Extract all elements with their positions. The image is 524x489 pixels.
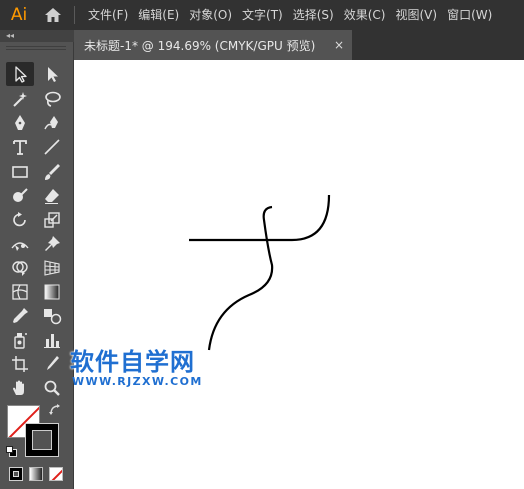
watermark-url: WWW.RJZXW.COM bbox=[72, 375, 203, 388]
line-segment-icon bbox=[44, 139, 60, 155]
scale-tool[interactable] bbox=[38, 208, 66, 232]
rotate-icon bbox=[13, 212, 26, 227]
shaper-tool[interactable] bbox=[6, 184, 34, 208]
menu-file[interactable]: 文件(F) bbox=[83, 0, 133, 30]
document-tab-title: 未标题-1* @ 194.69% (CMYK/GPU 预览) bbox=[84, 38, 316, 53]
horizontal-path bbox=[189, 194, 331, 242]
symbol-sprayer-icon bbox=[14, 333, 27, 349]
menu-object[interactable]: 对象(O) bbox=[184, 0, 237, 30]
scale-icon bbox=[44, 212, 60, 228]
width-icon bbox=[11, 242, 29, 251]
none-mode-button[interactable] bbox=[49, 467, 63, 481]
watermark: 软件自学网 WWW.RJZXW.COM bbox=[70, 348, 203, 388]
magic-wand-tool[interactable] bbox=[6, 87, 34, 111]
artwork bbox=[189, 194, 331, 351]
shape-builder-icon bbox=[12, 261, 28, 276]
home-button[interactable] bbox=[38, 0, 68, 30]
selection-tool[interactable] bbox=[6, 62, 34, 86]
document-tab-bar: 未标题-1* @ 194.69% (CMYK/GPU 预览) × bbox=[74, 30, 524, 60]
menu-select[interactable]: 选择(S) bbox=[288, 0, 339, 30]
eyedropper-icon bbox=[13, 308, 28, 323]
column-graph-tool[interactable] bbox=[38, 328, 66, 352]
artboard-tool[interactable] bbox=[6, 352, 34, 376]
selection-arrow-icon bbox=[15, 66, 27, 83]
menu-type[interactable]: 文字(T) bbox=[237, 0, 288, 30]
menu-view[interactable]: 视图(V) bbox=[390, 0, 442, 30]
zoom-tool[interactable] bbox=[38, 376, 66, 400]
close-tab-button[interactable]: × bbox=[334, 37, 344, 53]
perspective-grid-tool[interactable] bbox=[38, 256, 66, 280]
artboard-canvas[interactable] bbox=[74, 60, 524, 489]
magic-wand-icon bbox=[13, 92, 27, 107]
rectangle-icon bbox=[12, 166, 28, 178]
menu-effect[interactable]: 效果(C) bbox=[339, 0, 391, 30]
direct-selection-arrow-icon bbox=[48, 67, 58, 82]
home-icon bbox=[45, 8, 61, 22]
collapse-panel-button[interactable]: ◂◂ bbox=[6, 31, 14, 41]
width-tool[interactable] bbox=[6, 232, 34, 256]
magnifier-icon bbox=[44, 380, 60, 396]
stroke-color-swatch[interactable] bbox=[25, 423, 59, 457]
blend-tool[interactable] bbox=[38, 304, 66, 328]
rotate-tool[interactable] bbox=[6, 208, 34, 232]
eraser-icon bbox=[45, 189, 59, 204]
type-tool[interactable] bbox=[6, 135, 34, 159]
slice-tool[interactable] bbox=[38, 352, 66, 376]
rectangle-tool[interactable] bbox=[6, 160, 34, 184]
curvature-pen-icon bbox=[44, 116, 58, 130]
swap-fill-stroke-icon[interactable] bbox=[48, 403, 62, 417]
curvature-tool[interactable] bbox=[38, 111, 66, 135]
perspective-grid-icon bbox=[44, 260, 60, 276]
stroke-swatch-inner bbox=[32, 430, 52, 450]
blend-icon bbox=[44, 309, 62, 325]
menu-window[interactable]: 窗口(W) bbox=[442, 0, 497, 30]
column-graph-icon bbox=[44, 334, 60, 348]
tools-panel-grip[interactable] bbox=[6, 46, 66, 50]
pen-nib-icon bbox=[15, 115, 25, 130]
gradient-tool[interactable] bbox=[38, 280, 66, 304]
gradient-icon bbox=[44, 284, 60, 300]
color-mode-button[interactable] bbox=[9, 467, 23, 481]
mesh-icon bbox=[12, 284, 28, 300]
menu-edit[interactable]: 编辑(E) bbox=[133, 0, 184, 30]
app-logo: Ai bbox=[10, 5, 28, 25]
document-tab[interactable]: 未标题-1* @ 194.69% (CMYK/GPU 预览) × bbox=[74, 30, 352, 60]
paintbrush-icon bbox=[45, 164, 60, 180]
line-segment-tool[interactable] bbox=[38, 135, 66, 159]
watermark-text: 软件自学网 bbox=[70, 348, 195, 376]
curved-path bbox=[207, 205, 274, 351]
default-fill-stroke-icon[interactable] bbox=[6, 446, 17, 457]
paintbrush-tool[interactable] bbox=[38, 160, 66, 184]
puppet-warp-tool[interactable] bbox=[38, 232, 66, 256]
type-t-icon bbox=[13, 140, 27, 155]
lasso-tool[interactable] bbox=[38, 87, 66, 111]
mesh-tool[interactable] bbox=[6, 280, 34, 304]
pen-tool[interactable] bbox=[6, 111, 34, 135]
lasso-icon bbox=[45, 91, 61, 107]
artboard-icon bbox=[12, 356, 28, 372]
slice-knife-icon bbox=[47, 356, 59, 370]
eyedropper-tool[interactable] bbox=[6, 304, 34, 328]
shaper-icon bbox=[13, 188, 28, 202]
none-slash-icon bbox=[51, 469, 62, 480]
pushpin-icon bbox=[45, 236, 60, 251]
direct-selection-tool[interactable] bbox=[38, 62, 66, 86]
color-mode-inner bbox=[13, 471, 19, 477]
menu-separator bbox=[74, 6, 75, 24]
menu-bar: Ai 文件(F) 编辑(E) 对象(O) 文字(T) 选择(S) 效果(C) 视… bbox=[0, 0, 524, 30]
gradient-mode-button[interactable] bbox=[29, 467, 43, 481]
hand-tool[interactable] bbox=[6, 376, 34, 400]
hand-icon bbox=[13, 380, 24, 395]
eraser-tool[interactable] bbox=[38, 184, 66, 208]
symbol-sprayer-tool[interactable] bbox=[6, 328, 34, 352]
shape-builder-tool[interactable] bbox=[6, 256, 34, 280]
